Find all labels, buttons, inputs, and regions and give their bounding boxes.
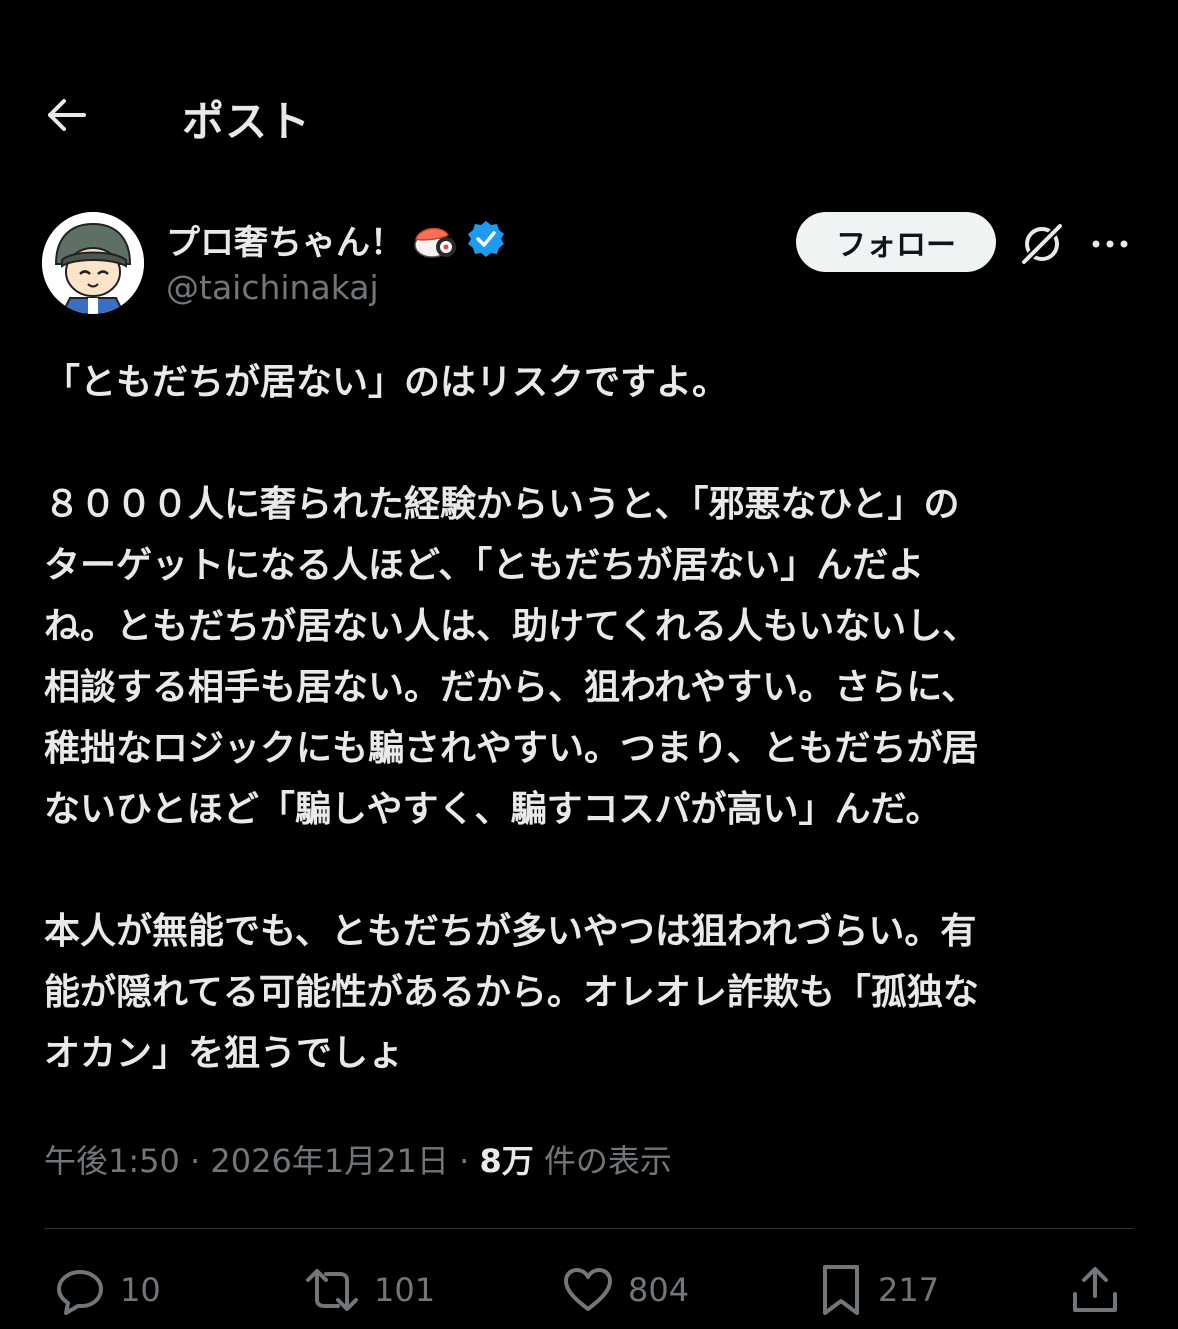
reply-count: 10	[120, 1271, 161, 1309]
views-count[interactable]: 8万	[479, 1142, 533, 1180]
like-count: 804	[628, 1271, 690, 1309]
verified-badge-icon	[468, 221, 504, 257]
more-icon	[1092, 240, 1128, 248]
bookmark-count: 217	[878, 1271, 940, 1309]
post-paragraph: 本人が無能でも、ともだちが多いやつは狙われづらい。有 能が隠れてる可能性があるか…	[44, 911, 979, 1074]
author-row: プロ奢ちゃん！ @taichinakaj フォロー	[0, 210, 1178, 320]
post-paragraph: ８０００人に奢られた経験からいうと、「邪悪なひと」の ターゲットになる人ほど、「…	[44, 484, 979, 830]
repost-button[interactable]: 101	[304, 1258, 435, 1322]
header-bar: ポスト	[0, 70, 1178, 160]
post-text: 「ともだちが居ない」のはリスクですよ。 ８０００人に奢られた経験からいうと、「邪…	[44, 352, 1144, 1084]
avatar[interactable]	[42, 212, 144, 314]
engagement-bar: 10 101 804 217	[0, 1258, 1178, 1328]
follow-button[interactable]: フォロー	[796, 212, 996, 272]
display-name-row: プロ奢ちゃん！	[166, 214, 506, 264]
bookmark-icon	[823, 1265, 859, 1315]
share-icon	[1073, 1267, 1117, 1312]
heart-icon	[564, 1268, 612, 1311]
display-name[interactable]: プロ奢ちゃん！	[166, 215, 404, 264]
grok-button[interactable]	[1018, 220, 1066, 268]
more-button[interactable]	[1088, 224, 1132, 264]
back-button[interactable]	[44, 92, 90, 138]
post-meta: 午後1:50 · 2026年1月21日 · 8万 件の表示	[44, 1136, 672, 1182]
reply-icon	[57, 1270, 103, 1315]
sushi-icon	[414, 227, 456, 258]
divider	[44, 1228, 1134, 1229]
post-date[interactable]: 2026年1月21日	[210, 1142, 449, 1180]
post-paragraph: 「ともだちが居ない」のはリスクですよ。	[44, 362, 729, 403]
share-button[interactable]	[1070, 1258, 1120, 1322]
user-handle[interactable]: @taichinakaj	[166, 268, 379, 307]
reply-button[interactable]: 10	[54, 1258, 161, 1322]
arrow-left-icon	[48, 99, 86, 131]
repost-icon	[306, 1269, 358, 1311]
post-time[interactable]: 午後1:50	[44, 1142, 180, 1180]
meta-separator: ·	[448, 1142, 480, 1180]
meta-separator: ·	[179, 1142, 211, 1180]
page-title: ポスト	[182, 97, 312, 146]
grok-icon	[1021, 223, 1063, 265]
like-button[interactable]: 804	[562, 1258, 689, 1322]
repost-count: 101	[374, 1271, 436, 1309]
views-label: 件の表示	[533, 1142, 672, 1180]
bookmark-button[interactable]: 217	[818, 1258, 939, 1322]
